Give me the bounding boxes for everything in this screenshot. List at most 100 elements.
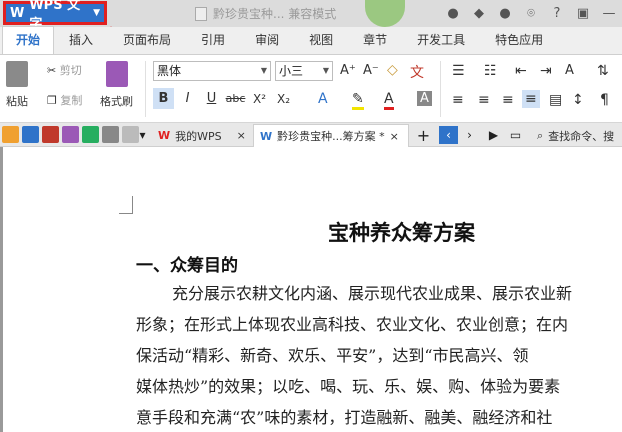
font-size-select[interactable]: 小三 ▼ (275, 61, 333, 81)
close-icon[interactable]: × (390, 130, 399, 143)
search-icon: ⌕ (537, 128, 544, 142)
document-icon: W (260, 129, 273, 143)
distribute-icon[interactable]: ▤ (549, 92, 562, 108)
tab-developer[interactable]: 开发工具 (402, 27, 480, 54)
pinyin-icon[interactable]: 文 (410, 62, 424, 82)
separator (440, 61, 441, 117)
indent-icon[interactable]: ⇥ (540, 63, 552, 79)
bullet-list-icon[interactable]: ☰ (452, 63, 465, 79)
titlebar-controls: ● ◆ ● ⌾ ? ▣ — (440, 2, 622, 25)
outdent-icon[interactable]: ⇤ (515, 63, 527, 79)
chevron-down-icon: ▼ (322, 66, 329, 75)
font-color-button[interactable]: A (384, 91, 394, 110)
print-preview-icon[interactable] (82, 126, 99, 143)
save-icon[interactable] (22, 126, 39, 143)
app-menu-button[interactable]: W WPS 文字 ▼ (3, 0, 107, 32)
sort-icon[interactable]: ⇅ (597, 63, 609, 79)
italic-button[interactable]: I (177, 88, 198, 109)
comment-icon[interactable]: ▭ (506, 126, 525, 144)
scroll-right-icon[interactable]: › (460, 126, 479, 144)
document-title-text: 黔珍贵宝种... 兼容模式 (213, 7, 337, 21)
clipboard-icon (6, 61, 28, 87)
font-color-icon: A (384, 91, 394, 110)
tab-document[interactable]: W 黔珍贵宝种...筹方案 * × (253, 124, 409, 147)
tab-document-label: 黔珍贵宝种...筹方案 * (277, 130, 385, 143)
font-shrink-button[interactable]: A⁻ (363, 63, 379, 78)
chinese-layout-icon[interactable]: A (565, 63, 574, 78)
section-heading: 一、众筹目的 (136, 256, 238, 276)
align-justify-icon[interactable]: ≡ (522, 90, 540, 108)
tab-my-wps-label: 我的WPS (175, 129, 222, 143)
pin-icon[interactable]: ⌾ (518, 2, 544, 25)
brush-icon (105, 61, 128, 87)
print-icon[interactable] (62, 126, 79, 143)
format-buttons: B I U abc X² X₂ (153, 88, 294, 109)
skin-icon[interactable]: ◆ (466, 2, 492, 25)
align-center-icon[interactable]: ≡ (478, 92, 490, 108)
align-left-icon[interactable]: ≡ (452, 92, 464, 108)
tab-section[interactable]: 章节 (348, 27, 402, 54)
scroll-left-icon[interactable]: ‹ (439, 126, 458, 144)
align-right-icon[interactable]: ≡ (502, 92, 514, 108)
superscript-button[interactable]: X² (249, 88, 270, 109)
font-grow-button[interactable]: A⁺ (340, 63, 356, 78)
font-size-value: 小三 (279, 64, 304, 78)
format-painter-button[interactable]: 格式刷 (100, 61, 133, 109)
wps-logo-icon: W (158, 129, 171, 142)
scissors-icon: ✂ (47, 64, 57, 77)
wps-logo-icon: W (10, 5, 25, 21)
document-heading: 宝种养众筹方案 (328, 220, 475, 245)
tab-view[interactable]: 视图 (294, 27, 348, 54)
play-icon[interactable]: ▶ (484, 126, 503, 144)
quick-access-toolbar (2, 126, 139, 143)
paragraph-line: 充分展示农耕文化内涵、展示现代农业成果、展示农业新 (172, 284, 573, 303)
paste-button[interactable]: 粘贴 (6, 61, 28, 109)
title-bar: W WPS 文字 ▼ 黔珍贵宝种... 兼容模式 ● ◆ ● ⌾ ? ▣ — (0, 0, 622, 32)
numbered-list-icon[interactable]: ☷ (484, 63, 497, 79)
tab-menu-chevron-icon[interactable]: ▾ (133, 126, 152, 144)
feedback-icon[interactable]: ● (492, 2, 518, 25)
highlight-button[interactable]: ✎ (352, 91, 364, 110)
chevron-down-icon: ▼ (93, 8, 100, 18)
char-shading-icon[interactable]: A (417, 91, 432, 106)
cut-button[interactable]: ✂ 剪切 (47, 62, 82, 78)
tab-insert[interactable]: 插入 (54, 27, 108, 54)
font-name-value: 黑体 (157, 64, 182, 78)
format-painter-label: 格式刷 (100, 95, 133, 108)
document-tab-bar: ▾ W 我的WPS × W 黔珍贵宝种...筹方案 * × + ‹ › ▶ ▭ … (0, 123, 622, 147)
copy-label: 复制 (60, 94, 83, 107)
new-tab-plus-icon[interactable]: + (414, 126, 433, 145)
margin-corner-mark (119, 196, 133, 214)
tab-page-layout[interactable]: 页面布局 (108, 27, 186, 54)
minimize-icon[interactable]: — (596, 2, 622, 25)
tab-my-wps[interactable]: W 我的WPS × (152, 124, 252, 147)
undo-icon[interactable] (102, 126, 119, 143)
cut-label: 剪切 (59, 64, 82, 77)
bell-icon[interactable]: ● (440, 2, 466, 25)
line-spacing-icon[interactable]: ↕ (572, 92, 584, 108)
open-icon[interactable] (2, 126, 19, 143)
paragraph-mark-icon[interactable]: ¶ (600, 92, 609, 108)
underline-button[interactable]: U (201, 88, 222, 109)
text-effect-icon[interactable]: A (318, 91, 328, 107)
command-search[interactable]: ⌕ 查找命令、搜 (531, 124, 620, 147)
paragraph-line: 形象；在形式上体现农业高科技、农业文化、农业创意；在内 (136, 315, 569, 334)
font-name-select[interactable]: 黑体 ▼ (153, 61, 271, 81)
document-icon (195, 6, 207, 21)
export-pdf-icon[interactable] (42, 126, 59, 143)
help-icon[interactable]: ? (544, 2, 570, 25)
tab-references[interactable]: 引用 (186, 27, 240, 54)
search-placeholder: 查找命令、搜 (548, 129, 615, 143)
strikethrough-button[interactable]: abc (225, 88, 246, 109)
tab-special[interactable]: 特色应用 (480, 27, 558, 54)
copy-icon: ❐ (47, 94, 57, 107)
tab-review[interactable]: 审阅 (240, 27, 294, 54)
copy-button[interactable]: ❐ 复制 (47, 92, 82, 108)
bold-button[interactable]: B (153, 88, 174, 109)
clear-format-icon[interactable]: ◇ (387, 62, 398, 78)
restore-icon[interactable]: ▣ (570, 2, 596, 25)
highlighter-icon: ✎ (352, 91, 364, 110)
subscript-button[interactable]: X₂ (273, 88, 294, 109)
tab-home[interactable]: 开始 (2, 26, 55, 54)
close-icon[interactable]: × (237, 129, 246, 142)
